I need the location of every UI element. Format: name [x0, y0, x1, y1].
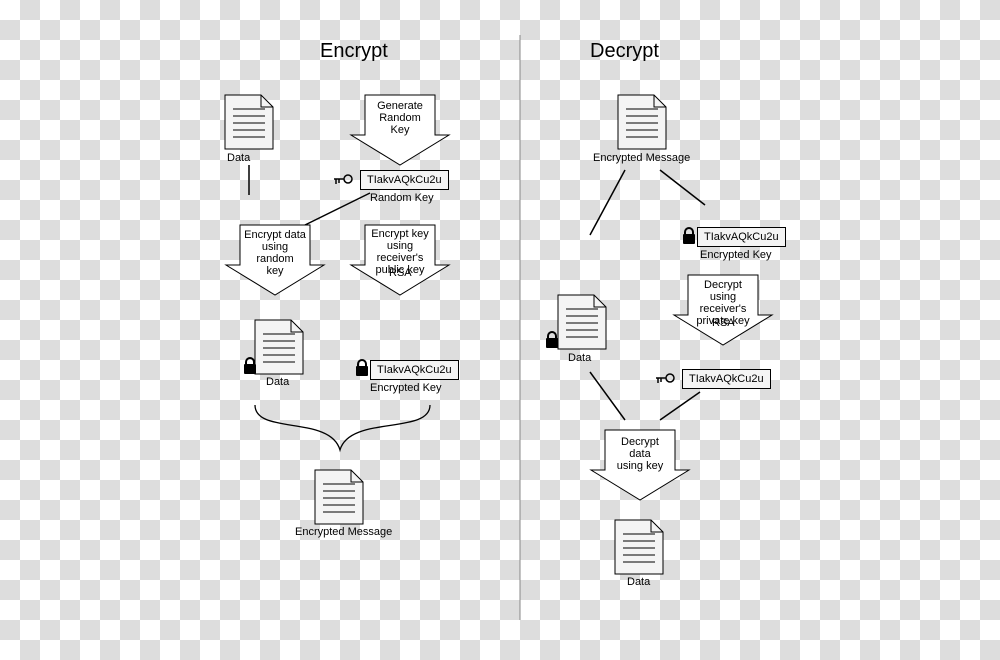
file-icon	[225, 95, 273, 149]
brace	[255, 405, 430, 450]
lock-icon	[546, 332, 558, 348]
key-icon	[656, 374, 674, 383]
dec-random-key-box: TIakvAQkCu2u	[682, 369, 771, 389]
key-icon	[334, 175, 352, 184]
file-icon	[618, 95, 666, 149]
arrow-decrypt-key	[674, 275, 772, 345]
encrypted-key-box: TIakvAQkCu2u	[370, 360, 459, 380]
lock-icon	[244, 358, 256, 374]
random-key-box: TIakvAQkCu2u	[360, 170, 449, 190]
arrow-encrypt-key	[351, 225, 449, 295]
file-icon	[255, 320, 303, 374]
file-icon	[315, 470, 363, 524]
lock-icon	[683, 228, 695, 244]
arrow-decrypt-data	[591, 430, 689, 500]
file-icon	[558, 295, 606, 349]
lock-icon	[356, 360, 368, 376]
file-icon	[615, 520, 663, 574]
arrow-generate-key	[351, 95, 449, 165]
dec-enc-key-box: TIakvAQkCu2u	[697, 227, 786, 247]
arrow-encrypt-data	[226, 225, 324, 295]
